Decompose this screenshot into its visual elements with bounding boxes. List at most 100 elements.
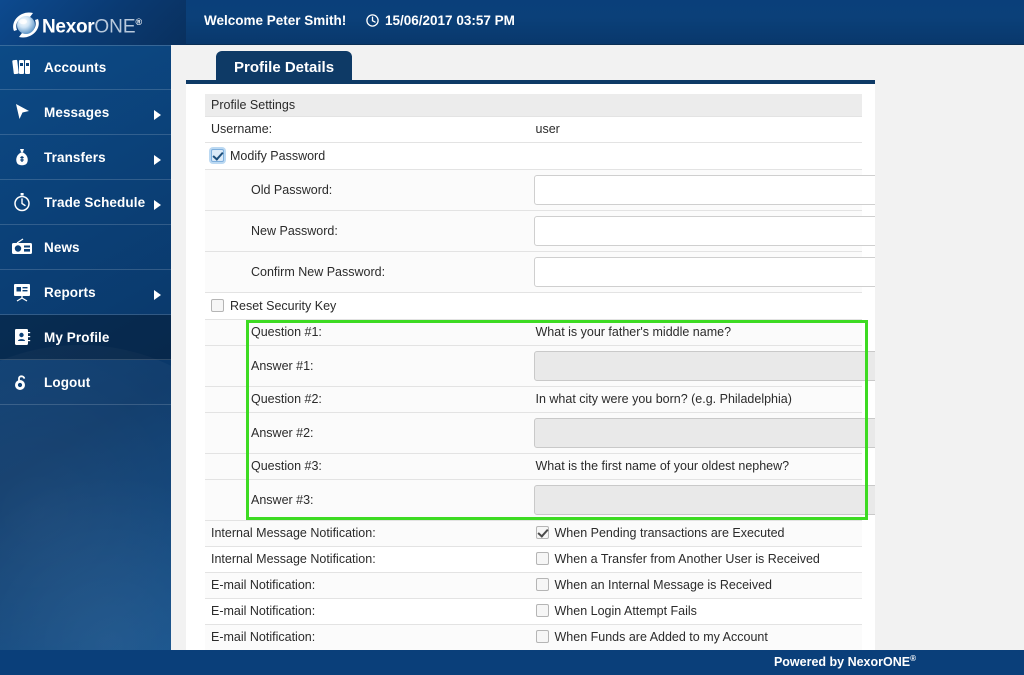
confirm-password-row: Confirm New Password:	[205, 251, 875, 293]
welcome-message: Welcome Peter Smith!	[204, 13, 347, 28]
notification-option-cell[interactable]: When Login Attempt Fails	[533, 598, 862, 625]
username-value: user	[533, 116, 862, 143]
reset-security-key-row: Reset Security Key	[205, 292, 862, 320]
question-2-row: Question #2: In what city were you born?…	[205, 386, 862, 413]
notification-row: Internal Message Notification: When a Tr…	[205, 546, 862, 573]
notification-checkbox[interactable]	[535, 630, 549, 643]
reset-security-key-cell[interactable]: Reset Security Key	[205, 292, 862, 320]
sidebar-item-label: Trade Schedule	[44, 194, 146, 210]
notification-checkbox[interactable]	[535, 578, 549, 591]
notification-row: E-mail Notification: When Login Attempt …	[205, 598, 862, 625]
answer-2-row: Answer #2:	[205, 412, 875, 454]
sidebar-item-label: Reports	[44, 284, 96, 300]
top-header-bar: NexorONE® Welcome Peter Smith! 15/06/201…	[0, 0, 1024, 45]
new-password-field-cell	[533, 210, 875, 252]
username-label: Username:	[205, 116, 534, 143]
section-title: Profile Settings	[205, 94, 862, 117]
notification-option-cell[interactable]: When Funds are Added to my Account	[533, 624, 862, 650]
old-password-input[interactable]	[533, 174, 875, 205]
old-password-row: Old Password:	[205, 169, 875, 211]
notification-checkbox[interactable]	[535, 552, 549, 565]
notification-option-cell[interactable]: When Pending transactions are Executed	[533, 520, 862, 547]
sidebar-item-news[interactable]: News	[0, 225, 171, 270]
notification-option-cell[interactable]: When a Transfer from Another User is Rec…	[533, 546, 862, 573]
sidebar-item-reports[interactable]: Reports	[0, 270, 171, 315]
notification-option-label: When Funds are Added to my Account	[554, 630, 768, 644]
sidebar-item-trade-schedule[interactable]: Trade Schedule	[0, 180, 171, 225]
notification-label: E-mail Notification:	[205, 572, 534, 599]
binders-icon	[0, 45, 44, 90]
confirm-password-label: Confirm New Password:	[205, 251, 534, 293]
confirm-password-field-cell	[533, 251, 875, 293]
reset-security-key-label: Reset Security Key	[230, 298, 337, 313]
sidebar-item-transfers[interactable]: Transfers	[0, 135, 171, 180]
brand-name-secondary: ONE	[94, 16, 136, 38]
section-header-row: Profile Settings	[205, 94, 862, 117]
nexor-sphere-logo-icon	[8, 7, 44, 43]
notification-checkbox[interactable]	[535, 604, 549, 617]
confirm-password-input[interactable]	[533, 256, 875, 287]
stopwatch-icon	[0, 180, 44, 225]
notification-row: Internal Message Notification: When Pend…	[205, 520, 862, 547]
footer-credit-text: Powered by NexorONE	[773, 655, 911, 670]
old-password-field-cell	[533, 169, 875, 211]
question-2-label: Question #2:	[205, 386, 534, 413]
question-1-row: Question #1: What is your father's middl…	[205, 319, 862, 346]
answer-1-label: Answer #1:	[205, 345, 534, 387]
sidebar-item-accounts[interactable]: Accounts	[0, 45, 171, 90]
notification-row: E-mail Notification: When Funds are Adde…	[205, 624, 862, 650]
address-book-icon	[0, 315, 44, 360]
new-password-label: New Password:	[205, 210, 534, 252]
footer-bar: Powered by NexorONE®	[0, 650, 1024, 675]
cursor-arrow-icon	[0, 90, 44, 135]
sidebar-decoration-2	[0, 475, 171, 650]
brand-logo-text: NexorONE®	[42, 4, 142, 45]
sidebar-item-label: Logout	[44, 374, 91, 390]
notification-option-cell[interactable]: When an Internal Message is Received	[533, 572, 862, 599]
sidebar-item-label: Transfers	[44, 149, 106, 165]
footer-registered-mark: ®	[910, 654, 916, 663]
chevron-right-icon	[154, 107, 161, 125]
old-password-label: Old Password:	[205, 169, 534, 211]
question-2-text: In what city were you born? (e.g. Philad…	[533, 386, 862, 413]
datetime-text: 15/06/2017 03:57 PM	[385, 13, 515, 28]
question-3-row: Question #3: What is the first name of y…	[205, 453, 862, 480]
clock-icon	[366, 14, 379, 27]
answer-3-field-cell	[533, 479, 875, 521]
answer-3-input[interactable]	[533, 484, 875, 515]
sidebar-item-logout[interactable]: Logout	[0, 360, 171, 405]
chevron-right-icon	[154, 287, 161, 305]
new-password-input[interactable]	[533, 215, 875, 246]
answer-2-input[interactable]	[533, 417, 875, 448]
modify-password-checkbox[interactable]	[211, 148, 224, 162]
money-bag-icon	[0, 135, 44, 180]
padlock-open-icon	[0, 360, 44, 405]
sidebar-menu-list: Accounts Messages Transfers Trade Schedu…	[0, 45, 171, 405]
answer-1-input[interactable]	[533, 350, 875, 381]
sidebar-item-label: My Profile	[44, 329, 110, 345]
sidebar-item-label: Messages	[44, 104, 110, 120]
notification-checkbox[interactable]	[535, 526, 549, 539]
notification-row: E-mail Notification: When an Internal Me…	[205, 572, 862, 599]
sidebar-item-my-profile[interactable]: My Profile	[0, 315, 171, 360]
brand-name-primary: Nexor	[42, 16, 95, 38]
reset-security-key-checkbox[interactable]	[211, 298, 224, 312]
notification-label: E-mail Notification:	[205, 598, 534, 625]
sidebar-item-label: Accounts	[44, 59, 107, 75]
modify-password-cell[interactable]: Modify Password	[205, 142, 862, 170]
footer-credit: Powered by NexorONE®	[774, 654, 916, 669]
datetime-display: 15/06/2017 03:57 PM	[366, 13, 515, 28]
username-row: Username: user	[205, 116, 862, 143]
brand-logo[interactable]: NexorONE®	[0, 0, 186, 45]
answer-3-row: Answer #3:	[205, 479, 875, 521]
question-1-text: What is your father's middle name?	[533, 319, 862, 346]
notification-label: Internal Message Notification:	[205, 546, 534, 573]
answer-3-label: Answer #3:	[205, 479, 534, 521]
radio-icon	[0, 225, 44, 270]
notification-label: Internal Message Notification:	[205, 520, 534, 547]
question-3-text: What is the first name of your oldest ne…	[533, 453, 862, 480]
sidebar-item-messages[interactable]: Messages	[0, 90, 171, 135]
chevron-right-icon	[154, 152, 161, 170]
sidebar-navigation: Accounts Messages Transfers Trade Schedu…	[0, 45, 171, 650]
question-1-label: Question #1:	[205, 319, 534, 346]
